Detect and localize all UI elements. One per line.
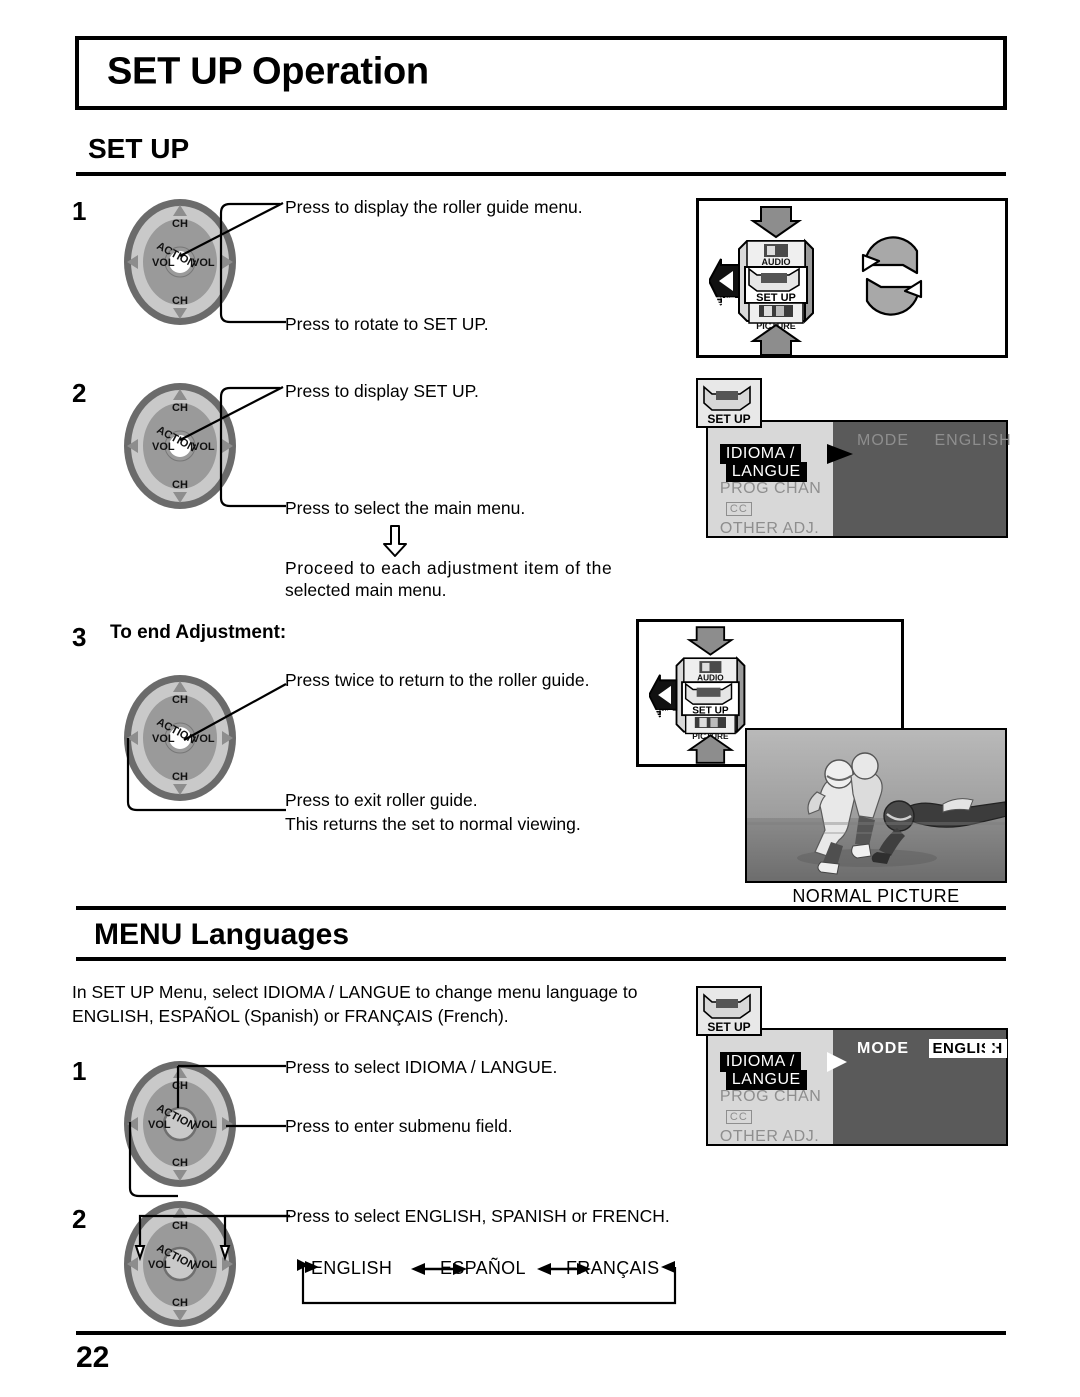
osd-menu-2: SET UP IDIOMA / LANGUE PROG CHAN CC OTHE… <box>696 986 1008 1166</box>
languages-intro-line1: In SET UP Menu, select IDIOMA / LANGUE t… <box>72 982 638 1002</box>
osd-field-label-2: MODE <box>857 1040 909 1057</box>
setup-tab-icon-2: SET UP <box>696 986 762 1036</box>
osd-field-label-1: MODE <box>857 432 909 449</box>
step1-text-top: Press to display the roller guide menu. <box>285 197 583 217</box>
menu-item-cc-1[interactable]: CC <box>725 502 752 516</box>
step-number-3: 3 <box>72 622 87 652</box>
language-cycle-diagram: ENGLISH ESPAÑOL FRANÇAIS <box>285 1253 690 1305</box>
step2-text-bottom: Press to select the main menu. <box>285 498 526 518</box>
callout-lines-step-2 <box>179 386 286 508</box>
menu-item-other-adj-1[interactable]: OTHER ADJ. <box>720 520 819 538</box>
divider-rule-2a <box>76 906 1006 910</box>
svg-text:SET UP: SET UP <box>707 412 750 426</box>
menu-item-idioma-1[interactable]: IDIOMA / <box>719 444 801 464</box>
setup-tab-icon-1: SET UP <box>696 378 762 428</box>
menu-item-prog-chan-2[interactable]: PROG CHAN <box>720 1088 821 1106</box>
step-number-1: 1 <box>72 196 87 226</box>
step2-note-line2: selected main menu. <box>285 580 447 600</box>
lang-step-number-1: 1 <box>72 1056 87 1086</box>
lang-step-number-2: 2 <box>72 1204 87 1234</box>
svg-text:AUDIO: AUDIO <box>762 257 791 267</box>
menu-item-langue-1[interactable]: LANGUE <box>725 462 807 482</box>
step1-text-bottom: Press to rotate to SET UP. <box>285 314 489 334</box>
osd-field-value-1[interactable]: ENGLISH <box>934 432 1011 450</box>
normal-picture-caption: NORMAL PICTURE <box>792 886 960 906</box>
callout-lines-lang-step-2 <box>134 1214 290 1262</box>
step-number-2: 2 <box>72 378 87 408</box>
down-arrow-icon <box>383 525 407 557</box>
step3-label: To end Adjustment: <box>110 622 287 643</box>
menu-item-cc-2[interactable]: CC <box>725 1110 752 1124</box>
roller-guide-drum-1: AUDIO SET UP PICTURE EXIT <box>709 206 814 356</box>
divider-rule-1 <box>76 172 1006 176</box>
menu-item-other-adj-2[interactable]: OTHER ADJ. <box>720 1128 819 1146</box>
callout-lines-step-1 <box>179 202 286 324</box>
lang-step2-text-top: Press to select ENGLISH, SPANISH or FREN… <box>285 1206 670 1226</box>
step3-text-top: Press twice to return to the roller guid… <box>285 670 590 690</box>
svg-text:AUDIO: AUDIO <box>697 673 724 682</box>
svg-text:EXIT: EXIT <box>654 709 672 718</box>
divider-rule-2b <box>76 957 1006 961</box>
rotation-arrows-icon <box>861 236 923 316</box>
roller-guide-diagram-1: AUDIO SET UP PICTURE EXIT <box>696 198 1008 358</box>
roller-guide-drum-2: AUDIO SET UP PICTURE EXIT <box>649 626 746 764</box>
section-heading-languages: MENU Languages <box>94 918 350 951</box>
svg-text:EXIT: EXIT <box>715 296 736 306</box>
selection-arrow-2 <box>827 1052 848 1072</box>
language-option-francais[interactable]: FRANÇAIS <box>566 1258 659 1279</box>
lang-step1-text-bottom: Press to enter submenu field. <box>285 1116 513 1136</box>
language-option-english[interactable]: ENGLISH <box>311 1258 392 1279</box>
menu-item-prog-chan-1[interactable]: PROG CHAN <box>720 480 821 498</box>
svg-text:SET UP: SET UP <box>707 1020 750 1034</box>
section-heading-setup: SET UP <box>88 133 190 164</box>
osd-menu-1: SET UP IDIOMA / LANGUE PROG CHAN CC OTHE… <box>696 378 1011 544</box>
value-next-arrow-icon[interactable] <box>985 1040 999 1056</box>
page-title: SET UP Operation <box>107 50 429 93</box>
normal-picture-image <box>745 728 1007 883</box>
svg-text:SET UP: SET UP <box>756 292 796 304</box>
languages-intro-line2: ENGLISH, ESPAÑOL (Spanish) or FRANÇAIS (… <box>72 1006 509 1026</box>
language-option-espanol[interactable]: ESPAÑOL <box>440 1258 526 1279</box>
page-number: 22 <box>76 1341 110 1374</box>
step3-text-bottom1: Press to exit roller guide. <box>285 790 478 810</box>
callout-lines-lang-step-1 <box>128 1064 286 1198</box>
menu-item-langue-2[interactable]: LANGUE <box>725 1070 807 1090</box>
divider-rule-3 <box>76 1331 1006 1335</box>
step2-text-top: Press to display SET UP. <box>285 381 479 401</box>
page-title-box: SET UP Operation <box>75 36 1007 110</box>
lang-step1-text-top: Press to select IDIOMA / LANGUE. <box>285 1057 558 1077</box>
step3-text-bottom2: This returns the set to normal viewing. <box>285 814 581 834</box>
menu-item-idioma-2[interactable]: IDIOMA / <box>719 1052 801 1072</box>
callout-lines-step-3 <box>126 683 287 812</box>
